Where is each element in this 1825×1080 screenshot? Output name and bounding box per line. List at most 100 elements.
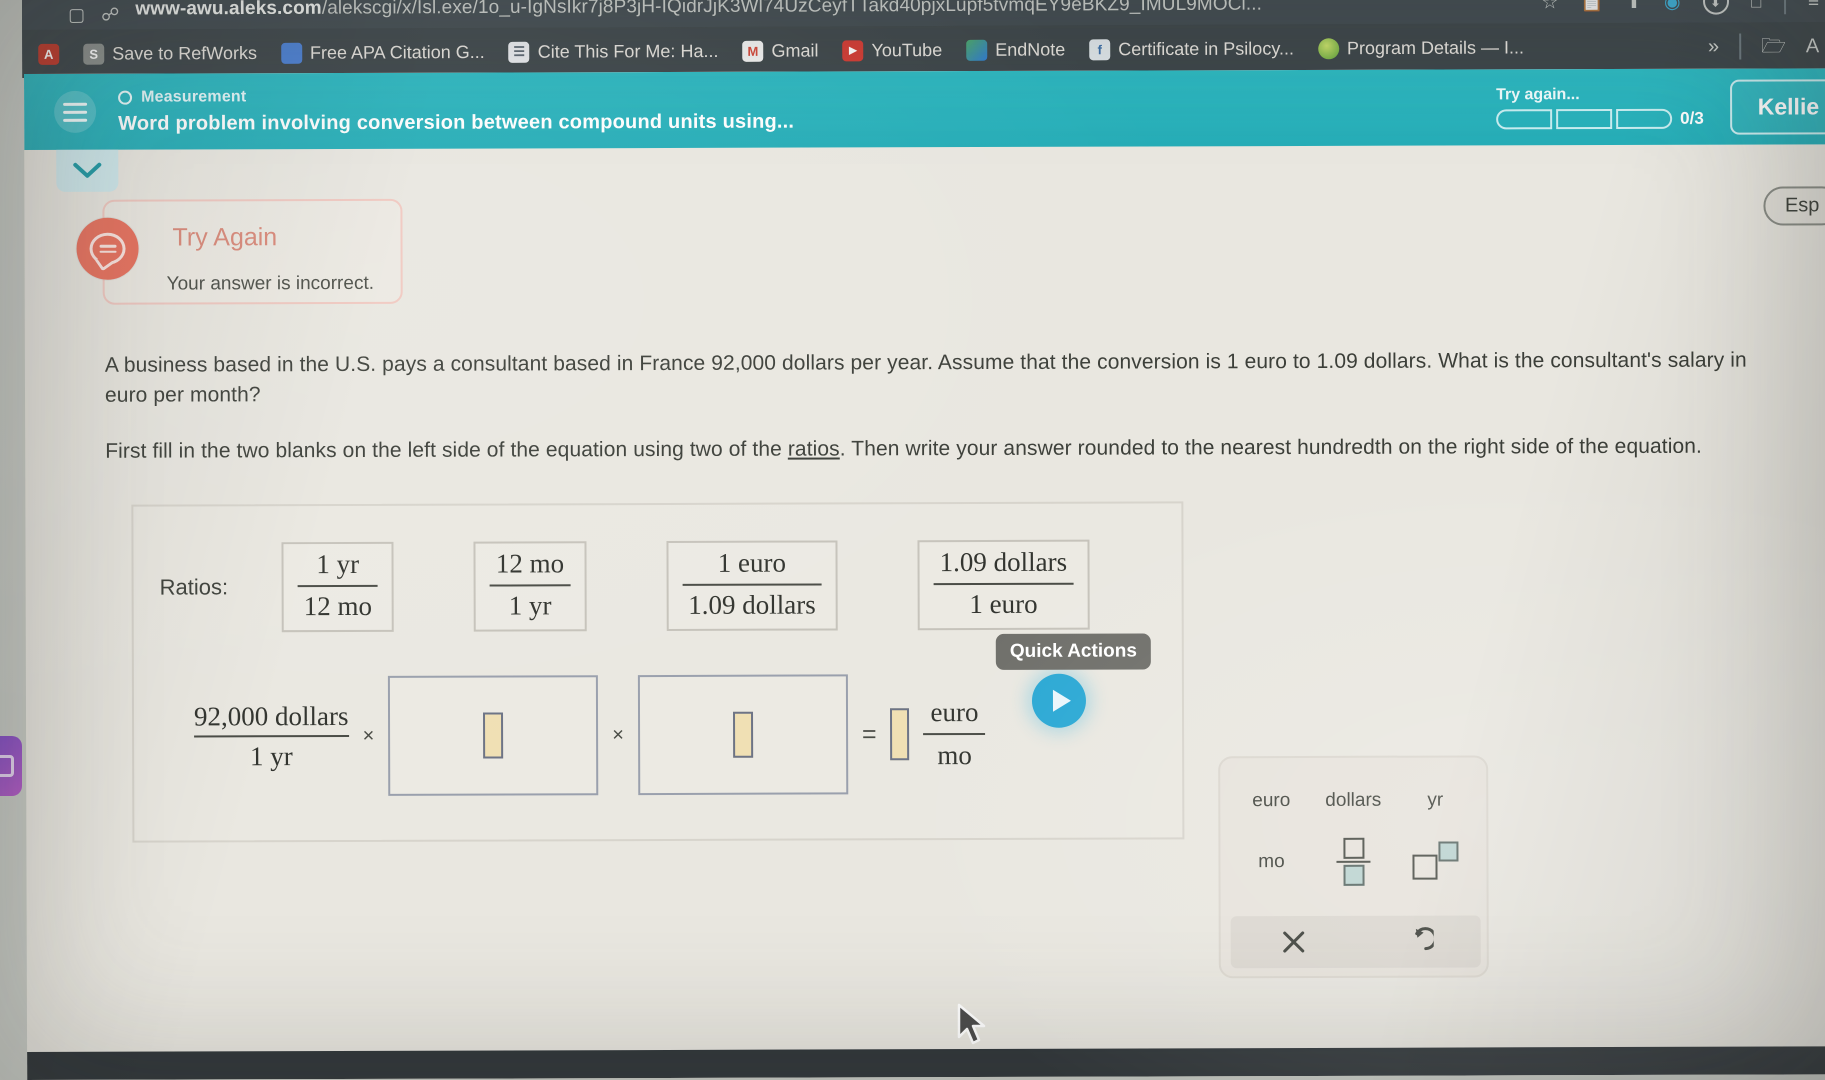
- side-tab-widget[interactable]: [0, 736, 22, 796]
- filled-square: [1342, 864, 1365, 886]
- keypad-key-fraction[interactable]: [1325, 837, 1381, 886]
- list-icon[interactable]: ≡: [1808, 0, 1819, 12]
- star-icon[interactable]: ☆: [1541, 0, 1558, 13]
- speech-bubble-icon: [76, 217, 139, 280]
- problem-instructions: First fill in the two blanks on the left…: [105, 432, 1765, 467]
- keypad-clear-button[interactable]: [1231, 927, 1356, 957]
- fraction-numerator: 1 yr: [316, 548, 360, 580]
- bookmarks-overflow-button[interactable]: »: [1708, 36, 1719, 58]
- fraction-denominator: 1 euro: [969, 588, 1038, 619]
- blank-input-1[interactable]: [388, 675, 599, 796]
- bookmark-item[interactable]: Program Details — I...: [1306, 33, 1536, 63]
- page-title: Word problem involving conversion betwee…: [118, 110, 795, 135]
- all-bookmarks-icon[interactable]: A: [1806, 35, 1819, 57]
- ratio-option-3[interactable]: 1 euro 1.09 dollars: [666, 540, 838, 631]
- work-area: Ratios: 1 yr 12 mo 12 mo 1 yr 1 euro 1.0…: [131, 501, 1185, 843]
- math-keypad: euro dollars yr mo: [1218, 755, 1489, 979]
- bookmark-item[interactable]: S Save to RefWorks: [71, 38, 269, 68]
- keypad-key-exponent[interactable]: [1407, 840, 1463, 882]
- window-icon: ▢: [68, 4, 86, 25]
- answer-input[interactable]: [890, 708, 910, 761]
- extensions-icon[interactable]: ⎕: [1750, 0, 1761, 12]
- blank-input-2[interactable]: [637, 674, 849, 796]
- multiply-symbol: ×: [612, 723, 624, 746]
- ratios-link[interactable]: ratios: [788, 437, 840, 460]
- youtube-icon: ▶: [842, 39, 864, 61]
- fraction-bar: [923, 732, 986, 736]
- feedback-message: Your answer is incorrect.: [166, 272, 375, 295]
- bookmark-item[interactable]: EndNote: [954, 35, 1077, 65]
- header-titles: Measurement Word problem involving conve…: [118, 86, 794, 135]
- progress-row: 0/3: [1496, 108, 1704, 129]
- bookmark-label: Gmail: [771, 40, 819, 61]
- bookmark-item[interactable]: ▶ YouTube: [830, 35, 954, 65]
- folder-icon[interactable]: 🗁: [1761, 35, 1786, 57]
- ratio-option-2[interactable]: 12 mo 1 yr: [473, 541, 587, 632]
- page-bottom-strip: [27, 1046, 1825, 1080]
- fraction: 1.09 dollars 1 euro: [933, 546, 1074, 622]
- keypad-key-euro[interactable]: euro: [1243, 780, 1299, 822]
- gmail-icon: M: [742, 40, 764, 62]
- answer-unit-fraction: euro mo: [923, 697, 986, 771]
- base-square: [1412, 854, 1438, 880]
- instructions-before: First fill in the two blanks on the left…: [105, 437, 788, 463]
- keypad-key-mo[interactable]: mo: [1243, 841, 1299, 883]
- bookmark-item[interactable]: Free APA Citation G...: [269, 37, 497, 67]
- fraction: 1 euro 1.09 dollars: [682, 546, 822, 622]
- hamburger-icon[interactable]: [54, 90, 97, 133]
- aleks-application: Measurement Word problem involving conve…: [24, 68, 1825, 1080]
- bookmark-adobe-icon[interactable]: A: [26, 39, 71, 68]
- upload-icon[interactable]: ⬆: [1626, 0, 1642, 13]
- fraction-numerator: 12 mo: [495, 548, 565, 579]
- bookmark-item[interactable]: f Certificate in Psilocy...: [1077, 34, 1306, 64]
- aleks-header: Measurement Word problem involving conve…: [24, 68, 1825, 150]
- fraction-numerator: 92,000 dollars: [193, 700, 349, 731]
- fraction-denominator: 12 mo: [303, 590, 372, 621]
- quick-actions-tooltip: Quick Actions: [995, 633, 1151, 670]
- fraction-numerator: 1 euro: [717, 547, 786, 578]
- bookmark-item[interactable]: M Gmail: [730, 36, 830, 65]
- download-icon[interactable]: ⬇: [1702, 0, 1729, 15]
- square-icon: [0, 755, 14, 777]
- url-bar-right-icons: ☆ 📋 ⬆ ◉ ⬇ ⎕ ≡: [1541, 0, 1819, 15]
- ratios-label: Ratios:: [159, 574, 229, 600]
- text-caret: [732, 711, 754, 758]
- ratio-option-4[interactable]: 1.09 dollars 1 euro: [917, 539, 1090, 630]
- progress-count: 0/3: [1680, 108, 1704, 128]
- language-toggle-button[interactable]: Esp: [1762, 186, 1825, 226]
- copy-icon[interactable]: 📋: [1580, 0, 1604, 13]
- keypad-grid: euro dollars yr mo: [1220, 757, 1486, 886]
- quick-actions-play-circle-icon[interactable]: [1031, 673, 1087, 728]
- refworks-icon: S: [83, 43, 105, 65]
- feedback-title: Try Again: [172, 223, 278, 252]
- fraction-numerator: 1.09 dollars: [939, 546, 1068, 578]
- endnote-icon: [966, 39, 988, 61]
- fraction-denominator: 1.09 dollars: [688, 589, 816, 620]
- progress-segment: [1496, 108, 1553, 129]
- equation-row: 92,000 dollars 1 yr × × = euro mo: [194, 674, 986, 796]
- bookmarks-overflow-area: » 🗁 A: [1708, 33, 1825, 60]
- chevron-down-icon[interactable]: [56, 149, 119, 192]
- keypad-key-yr[interactable]: yr: [1407, 779, 1463, 821]
- category-label: Measurement: [141, 87, 247, 106]
- exponent-template-icon: [1412, 841, 1459, 881]
- equals-symbol: =: [861, 719, 877, 748]
- bookmark-item[interactable]: ☰ Cite This For Me: Ha...: [497, 36, 731, 66]
- text-caret: [483, 712, 504, 759]
- empty-square: [1342, 837, 1364, 859]
- user-menu-button[interactable]: Kellie: [1729, 78, 1825, 135]
- circle-icon: [118, 90, 133, 105]
- keypad-undo-button[interactable]: [1356, 926, 1481, 956]
- ratio-option-1[interactable]: 1 yr 12 mo: [281, 541, 395, 632]
- header-right: Try again... 0/3 Kellie: [1496, 78, 1825, 135]
- fraction-denominator: 1 yr: [508, 590, 552, 621]
- book-icon: ☰: [508, 41, 530, 63]
- bookmark-label: Certificate in Psilocy...: [1118, 37, 1295, 59]
- certificate-icon: f: [1089, 38, 1111, 60]
- play-circle-icon[interactable]: ◉: [1664, 0, 1681, 12]
- keypad-key-dollars[interactable]: dollars: [1325, 780, 1381, 822]
- problem-statement: A business based in the U.S. pays a cons…: [104, 348, 1747, 407]
- bookmark-icon: [280, 42, 303, 64]
- given-rate-fraction: 92,000 dollars 1 yr: [194, 700, 349, 771]
- fraction-denominator: 1 yr: [249, 740, 293, 771]
